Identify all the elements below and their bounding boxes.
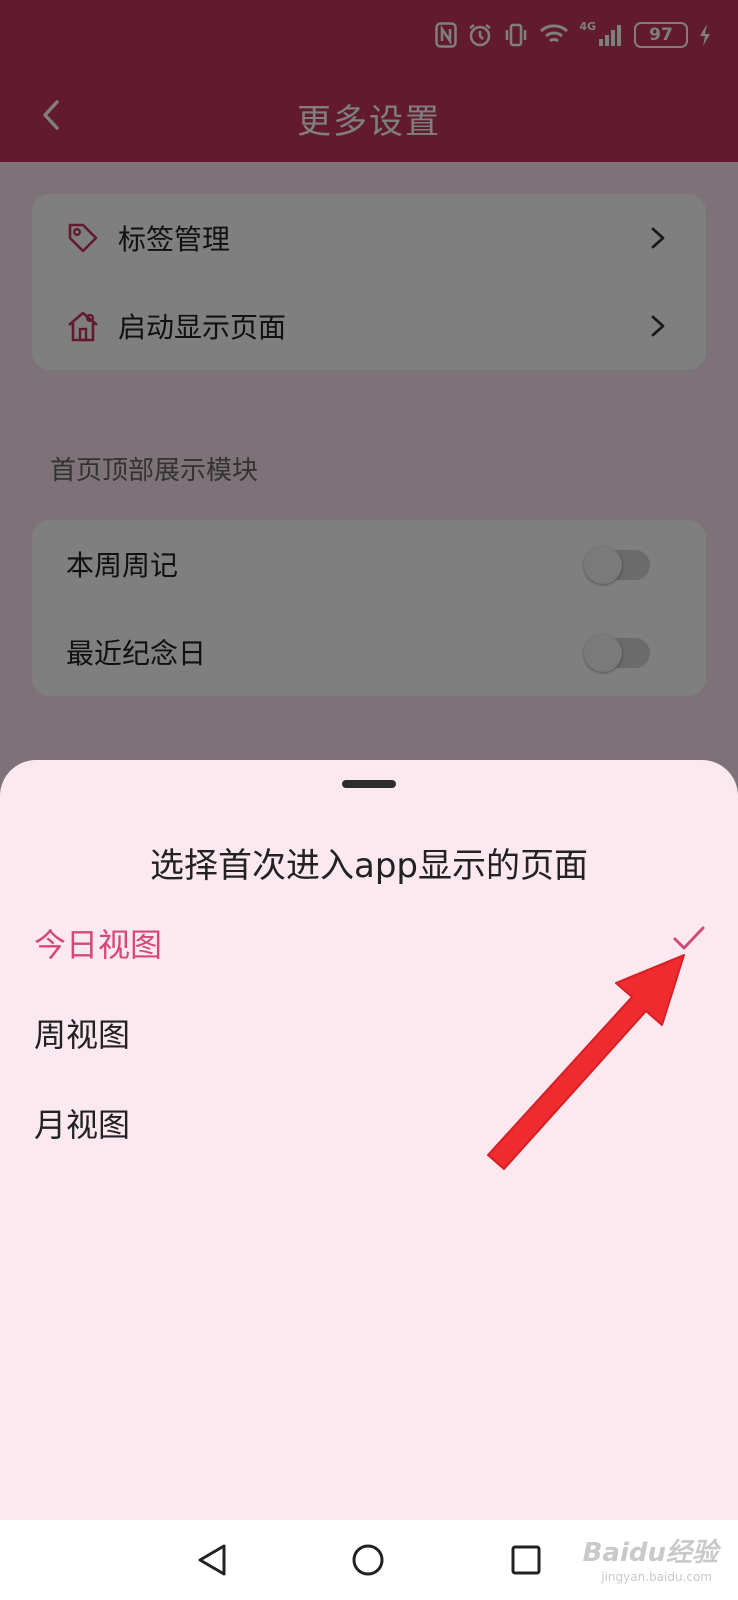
option-today-view[interactable]: 今日视图 <box>0 896 738 986</box>
recents-square-icon <box>511 1545 541 1575</box>
option-label: 月视图 <box>34 1106 131 1144</box>
watermark-url: jingyan.baidu.com <box>601 1570 712 1584</box>
home-circle-icon <box>352 1544 384 1576</box>
nav-back-button[interactable] <box>190 1538 234 1582</box>
back-triangle-icon <box>198 1544 226 1576</box>
bottom-sheet: 选择首次进入app显示的页面 今日视图 周视图 月视图 <box>0 760 738 1520</box>
option-label: 今日视图 <box>34 926 163 964</box>
nav-home-button[interactable] <box>346 1538 390 1582</box>
option-label: 周视图 <box>34 1016 131 1054</box>
option-month-view[interactable]: 月视图 <box>0 1076 738 1166</box>
watermark-logo: Baidu经验 <box>582 1538 718 1568</box>
system-nav-bar: Baidu经验 jingyan.baidu.com <box>0 1520 738 1600</box>
checkmark-icon <box>673 926 705 950</box>
option-week-view[interactable]: 周视图 <box>0 986 738 1076</box>
sheet-drag-handle[interactable] <box>342 780 396 788</box>
nav-recents-button[interactable] <box>504 1538 548 1582</box>
sheet-title: 选择首次进入app显示的页面 <box>150 846 588 886</box>
